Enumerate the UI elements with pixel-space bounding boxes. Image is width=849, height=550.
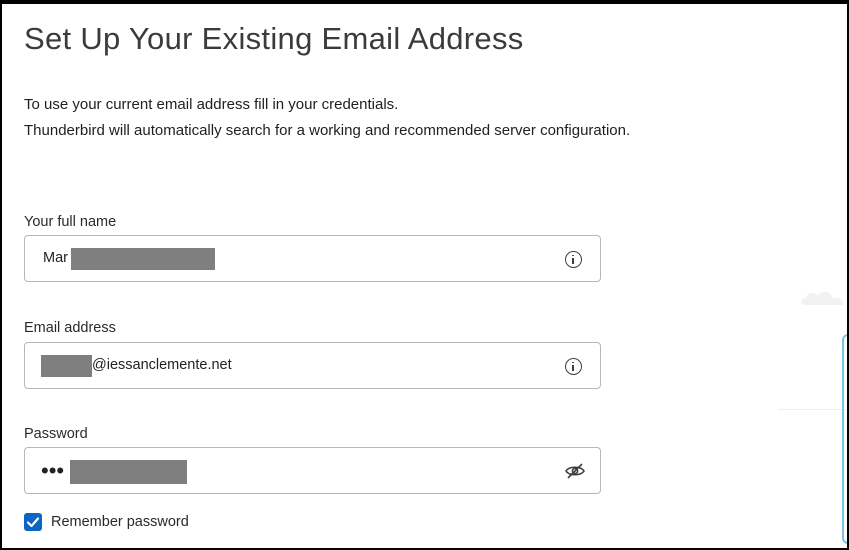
redacted-block (70, 460, 187, 484)
divider (778, 409, 846, 410)
cloud-graphic (801, 292, 844, 305)
account-setup-page: Set Up Your Existing Email Address To us… (0, 4, 849, 548)
password-label: Password (24, 426, 88, 442)
redacted-block (41, 355, 92, 377)
full-name-field[interactable]: Mar (24, 235, 601, 282)
email-label: Email address (24, 320, 116, 336)
frame-border-top (0, 0, 849, 4)
page-title: Set Up Your Existing Email Address (24, 21, 524, 56)
frame-border-left (0, 0, 2, 550)
info-icon[interactable] (565, 358, 582, 375)
password-field[interactable]: ••• (24, 447, 601, 494)
intro-line-2: Thunderbird will automatically search fo… (24, 122, 631, 139)
password-dots: ••• (41, 458, 65, 483)
email-value: @iessanclemente.net (92, 357, 232, 373)
full-name-value: Mar (43, 250, 68, 266)
redacted-block (71, 248, 215, 270)
screenshot-frame: Set Up Your Existing Email Address To us… (0, 0, 849, 550)
intro-text: To use your current email address fill i… (24, 92, 630, 144)
remember-password-checkbox[interactable] (24, 513, 42, 531)
eye-slash-icon[interactable] (564, 462, 586, 480)
remember-password-label[interactable]: Remember password (51, 514, 189, 530)
info-icon[interactable] (565, 251, 582, 268)
full-name-label: Your full name (24, 214, 117, 230)
email-field[interactable]: @iessanclemente.net (24, 342, 601, 389)
intro-line-1: To use your current email address fill i… (24, 96, 399, 113)
